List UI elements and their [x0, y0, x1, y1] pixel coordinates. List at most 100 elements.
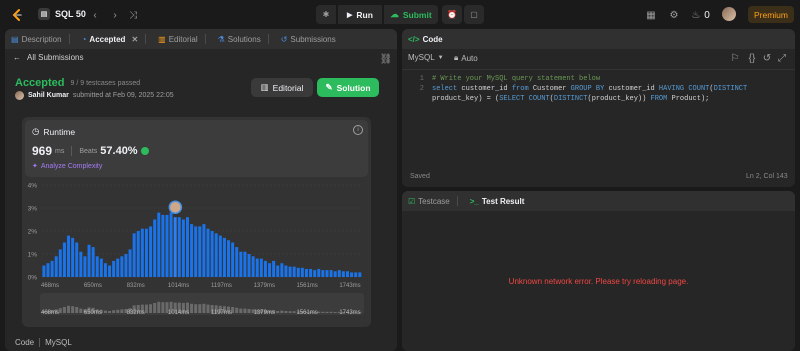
link-icon[interactable]: ⛓ [380, 54, 393, 65]
premium-button[interactable]: Premium [748, 6, 794, 23]
chart-bar [288, 266, 292, 277]
editorial-button[interactable]: ▥ Editorial [251, 78, 313, 97]
overview-bar [62, 307, 66, 313]
beats-label: Beats [79, 147, 98, 155]
overview-bar [280, 310, 284, 313]
chart-bar [50, 260, 54, 277]
runtime-summary[interactable]: ◷ Runtime i 969 ms Beats 57.40% ✦ Analyz… [25, 120, 368, 177]
chart-bar [46, 263, 50, 277]
chart-bar [345, 271, 349, 277]
code-brackets-icon: </> [408, 34, 420, 44]
chart-bar [350, 272, 354, 277]
chart-bar [341, 271, 345, 277]
tab-accepted[interactable]: ◔ Accepted ✕ [76, 29, 153, 49]
top-nav-bar: ▤ SQL 50 ‹ › ⤨ ✱ ▶ Run ☁ Submit ⏰ ▢ ▦ ⚙ … [0, 0, 800, 30]
tab-test-result[interactable]: >_ Test Result [464, 191, 531, 211]
chart-bar [128, 249, 132, 277]
avatar[interactable] [722, 7, 736, 21]
notes-button[interactable]: ▢ [464, 5, 484, 24]
reset-icon[interactable]: ↺ [762, 53, 772, 64]
chart-bar [67, 235, 71, 277]
author-name[interactable]: Sahil Kumar [28, 92, 69, 99]
overview-bar [190, 303, 194, 313]
chart-bar [247, 254, 251, 277]
language-select[interactable]: MySQL ▼ [408, 53, 444, 62]
shuffle-icon[interactable]: ⤨ [127, 9, 139, 21]
chevron-down-icon: ▼ [437, 54, 444, 61]
x-tick-label: 1379ms [254, 283, 275, 289]
braces-icon[interactable]: {} [746, 53, 758, 64]
saved-status: Saved [410, 173, 430, 180]
chart-bar [259, 258, 263, 277]
x-tick-label: 1743ms [339, 283, 360, 289]
overview-bar [284, 311, 288, 313]
chart-bar [185, 217, 189, 277]
tab-submissions[interactable]: ↺ Submissions [275, 29, 342, 49]
expand-icon[interactable]: ⤢ [777, 53, 787, 64]
code-editor[interactable]: 1 # Write your MySQL query statement bel… [402, 75, 795, 187]
list-icon: ▤ [38, 8, 50, 20]
submit-button[interactable]: ☁ Submit [384, 5, 438, 24]
author-avatar[interactable] [15, 91, 24, 100]
fire-icon[interactable]: ♨ [690, 9, 702, 21]
bookmark-icon[interactable]: ⚐ [730, 53, 740, 64]
overview-bar [325, 311, 329, 313]
history-icon: ↺ [280, 34, 288, 44]
overview-bar [243, 308, 247, 313]
chart-bar [218, 235, 222, 277]
chart-bar [280, 263, 284, 277]
overview-bar [153, 303, 157, 313]
x-tick-label: 650ms [84, 283, 102, 289]
chart-bar [202, 224, 206, 277]
terminal-icon: >_ [469, 196, 479, 206]
chart-bar [222, 237, 226, 277]
overview-tick-label: 1014ms [168, 310, 189, 316]
leetcode-logo[interactable] [10, 8, 24, 22]
analyze-complexity[interactable]: ✦ Analyze Complexity [32, 162, 102, 171]
result-tab-bar: ☑ Testcase >_ Test Result [402, 191, 795, 211]
close-icon[interactable]: ✕ [131, 35, 138, 44]
arrow-left-icon: ← [13, 53, 21, 62]
y-tick-label: 4% [28, 183, 38, 190]
checkbox-icon: ☑ [408, 196, 416, 206]
overview-tick-label: 1561ms [296, 310, 317, 316]
info-icon[interactable]: i [353, 125, 363, 135]
problem-list-title[interactable]: ▤ SQL 50 [38, 8, 86, 20]
overview-tick-label: 468ms [41, 310, 59, 316]
chart-bar [300, 267, 304, 277]
auto-mode[interactable]: 🔒︎ Auto [454, 53, 478, 63]
chart-bar [358, 272, 362, 277]
gear-icon[interactable]: ⚙ [668, 9, 680, 21]
overview-bar [321, 311, 325, 313]
layout-grid-icon[interactable]: ▦ [645, 9, 657, 21]
runtime-label: Runtime [43, 126, 76, 137]
chart-bar [54, 256, 58, 277]
overview-bar [161, 302, 165, 313]
chart-bar [157, 212, 161, 277]
overview-bar [71, 306, 75, 313]
tab-editorial[interactable]: ▥ Editorial [152, 29, 211, 49]
overview-bar [198, 304, 202, 313]
tab-testcase[interactable]: ☑ Testcase [402, 191, 464, 211]
document-icon: ▤ [11, 34, 19, 44]
chart-bar [325, 270, 329, 277]
solution-button[interactable]: ✎ Solution [317, 78, 379, 97]
chart-bar [304, 268, 308, 277]
user-marker-avatar [168, 200, 183, 214]
chevron-right-icon[interactable]: › [110, 9, 120, 21]
chart-bar [177, 217, 181, 277]
chart-bar [79, 251, 83, 277]
chart-bar [108, 265, 112, 277]
debug-button[interactable]: ✱ [316, 5, 336, 24]
tab-description[interactable]: ▤ Description [5, 29, 76, 49]
tab-solutions[interactable]: ⚗ Solutions [212, 29, 275, 49]
back-to-submissions[interactable]: ← All Submissions [13, 53, 83, 62]
overview-tick-label: 832ms [127, 310, 145, 316]
chart-bar [268, 263, 272, 277]
run-button[interactable]: ▶ Run [338, 5, 382, 24]
timer-button[interactable]: ⏰ [442, 5, 462, 24]
chevron-left-icon[interactable]: ‹ [90, 9, 100, 21]
error-message: Unknown network error. Please try reload… [508, 277, 689, 286]
x-tick-label: 1197ms [211, 283, 232, 289]
chart-bar [83, 256, 87, 277]
